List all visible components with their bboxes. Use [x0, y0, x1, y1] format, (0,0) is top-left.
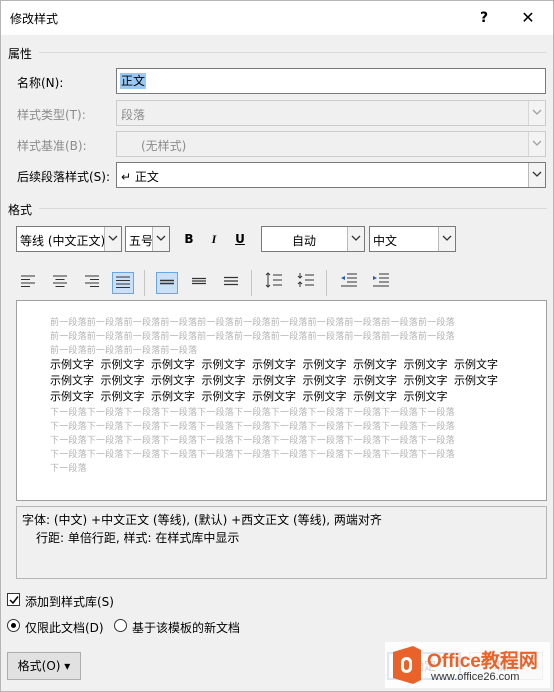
preview-previous-paragraph: 前一段落前一段落前一段落前一段落前一段落前一段落前一段落前一段落前一段落前一段落…: [50, 318, 455, 328]
title-bar: 修改样式 ? ✕: [1, 1, 553, 35]
next-style-label: 后续段落样式(S):: [17, 170, 111, 184]
align-center-icon[interactable]: [49, 272, 71, 294]
new-documents-template-radio[interactable]: [114, 619, 127, 632]
based-on-label: 样式基准(B):: [17, 139, 87, 153]
align-right-icon[interactable]: [81, 272, 103, 294]
bold-button[interactable]: B: [178, 228, 200, 250]
font-size-select[interactable]: 五号: [125, 226, 170, 252]
format-divider: [39, 208, 547, 209]
style-preview: 前一段落前一段落前一段落前一段落前一段落前一段落前一段落前一段落前一段落前一段落…: [16, 300, 547, 501]
font-size-value: 五号: [129, 234, 154, 248]
chevron-down-icon: [528, 163, 545, 187]
based-on-value: (无样式): [141, 139, 187, 153]
add-to-gallery-label[interactable]: 添加到样式库(S): [25, 593, 114, 610]
increase-indent-icon[interactable]: [370, 272, 392, 294]
preview-next-paragraph: 下一段落下一段落下一段落下一段落下一段落下一段落下一段落下一段落下一段落下一段落…: [50, 408, 455, 418]
help-button[interactable]: ?: [471, 5, 497, 31]
name-label: 名称(N):: [17, 76, 64, 90]
style-description: 字体: (中文) +中文正文 (等线), (默认) +西文正文 (等线), 两端…: [16, 506, 547, 579]
toolbar-separator: [251, 270, 252, 296]
chevron-down-icon: [347, 227, 364, 251]
chevron-down-icon: [528, 101, 545, 125]
radio-selected-dot: [11, 623, 16, 628]
preview-next-paragraph: 下一段落下一段落下一段落下一段落下一段落下一段落下一段落下一段落下一段落下一段落…: [50, 450, 455, 460]
preview-sample-text: 示例文字 示例文字 示例文字 示例文字 示例文字 示例文字 示例文字 示例文字: [50, 390, 448, 403]
chevron-down-icon: [438, 227, 455, 251]
watermark-url: www.office26.com: [431, 671, 520, 683]
name-input-value: 正文: [120, 73, 147, 89]
one-half-spacing-icon[interactable]: [188, 272, 210, 294]
next-style-value: ↵ 正文: [121, 170, 159, 184]
only-this-document-radio[interactable]: [7, 619, 20, 632]
toolbar-separator: [326, 270, 327, 296]
underline-button[interactable]: U: [229, 228, 251, 250]
close-icon[interactable]: ✕: [515, 5, 541, 31]
italic-button[interactable]: I: [203, 228, 225, 250]
chevron-down-icon: [528, 132, 545, 156]
font-color-select[interactable]: 自动: [261, 226, 365, 252]
style-type-value: 段落: [121, 108, 146, 122]
preview-previous-paragraph: 前一段落前一段落前一段落前一段落前一段落前一段落前一段落前一段落前一段落前一段落…: [50, 332, 455, 342]
font-value: 等线 (中文正文): [20, 234, 106, 248]
preview-next-paragraph: 下一段落下一段落下一段落下一段落下一段落下一段落下一段落下一段落下一段落下一段落…: [50, 422, 455, 432]
new-documents-template-label[interactable]: 基于该模板的新文档: [132, 619, 240, 636]
add-to-gallery-checkbox[interactable]: [7, 593, 20, 606]
decrease-indent-icon[interactable]: [338, 272, 360, 294]
description-line: 行距: 单倍行距, 样式: 在样式库中显示: [36, 531, 240, 545]
modify-style-dialog: 修改样式 ? ✕ 属性 名称(N): 正文 样式类型(T): 段落 样式基准(B…: [0, 0, 554, 692]
preview-next-paragraph: 下一段落下一段落下一段落下一段落下一段落下一段落下一段落下一段落下一段落下一段落…: [50, 436, 455, 446]
toolbar-separator: [144, 270, 145, 296]
style-type-select[interactable]: 段落: [116, 100, 546, 126]
decrease-paragraph-spacing-icon[interactable]: [295, 272, 317, 294]
office-watermark: Office教程网 www.office26.com: [385, 642, 550, 688]
based-on-select[interactable]: (无样式): [116, 131, 546, 157]
next-style-select[interactable]: ↵ 正文: [116, 162, 546, 188]
single-spacing-icon[interactable]: [156, 272, 178, 294]
align-left-icon[interactable]: [17, 272, 39, 294]
format-menu-button[interactable]: 格式(O) ▾: [7, 652, 81, 680]
preview-sample-text: 示例文字 示例文字 示例文字 示例文字 示例文字 示例文字 示例文字 示例文字 …: [50, 374, 498, 387]
properties-section-title: 属性: [8, 47, 33, 61]
preview-previous-paragraph: 前一段落前一段落前一段落前一段落: [50, 346, 198, 356]
increase-paragraph-spacing-icon[interactable]: [263, 272, 285, 294]
properties-divider: [39, 52, 547, 53]
font-select[interactable]: 等线 (中文正文): [16, 226, 122, 252]
justify-icon[interactable]: [112, 272, 134, 294]
name-input[interactable]: 正文: [116, 68, 546, 94]
dialog-title: 修改样式: [10, 12, 59, 26]
watermark-brand: Office教程网: [427, 651, 538, 672]
description-line: 字体: (中文) +中文正文 (等线), (默认) +西文正文 (等线), 两端…: [22, 513, 382, 527]
format-section-title: 格式: [8, 203, 33, 217]
style-type-label: 样式类型(T):: [17, 108, 86, 122]
chevron-down-icon: [104, 227, 121, 251]
preview-sample-text: 示例文字 示例文字 示例文字 示例文字 示例文字 示例文字 示例文字 示例文字 …: [50, 358, 498, 371]
only-this-document-label[interactable]: 仅限此文档(D): [25, 619, 104, 636]
font-color-value: 自动: [292, 234, 317, 248]
double-spacing-icon[interactable]: [220, 272, 242, 294]
preview-next-paragraph: 下一段落: [50, 464, 87, 474]
language-select[interactable]: 中文: [369, 226, 456, 252]
language-value: 中文: [373, 234, 398, 248]
chevron-down-icon: [152, 227, 169, 251]
